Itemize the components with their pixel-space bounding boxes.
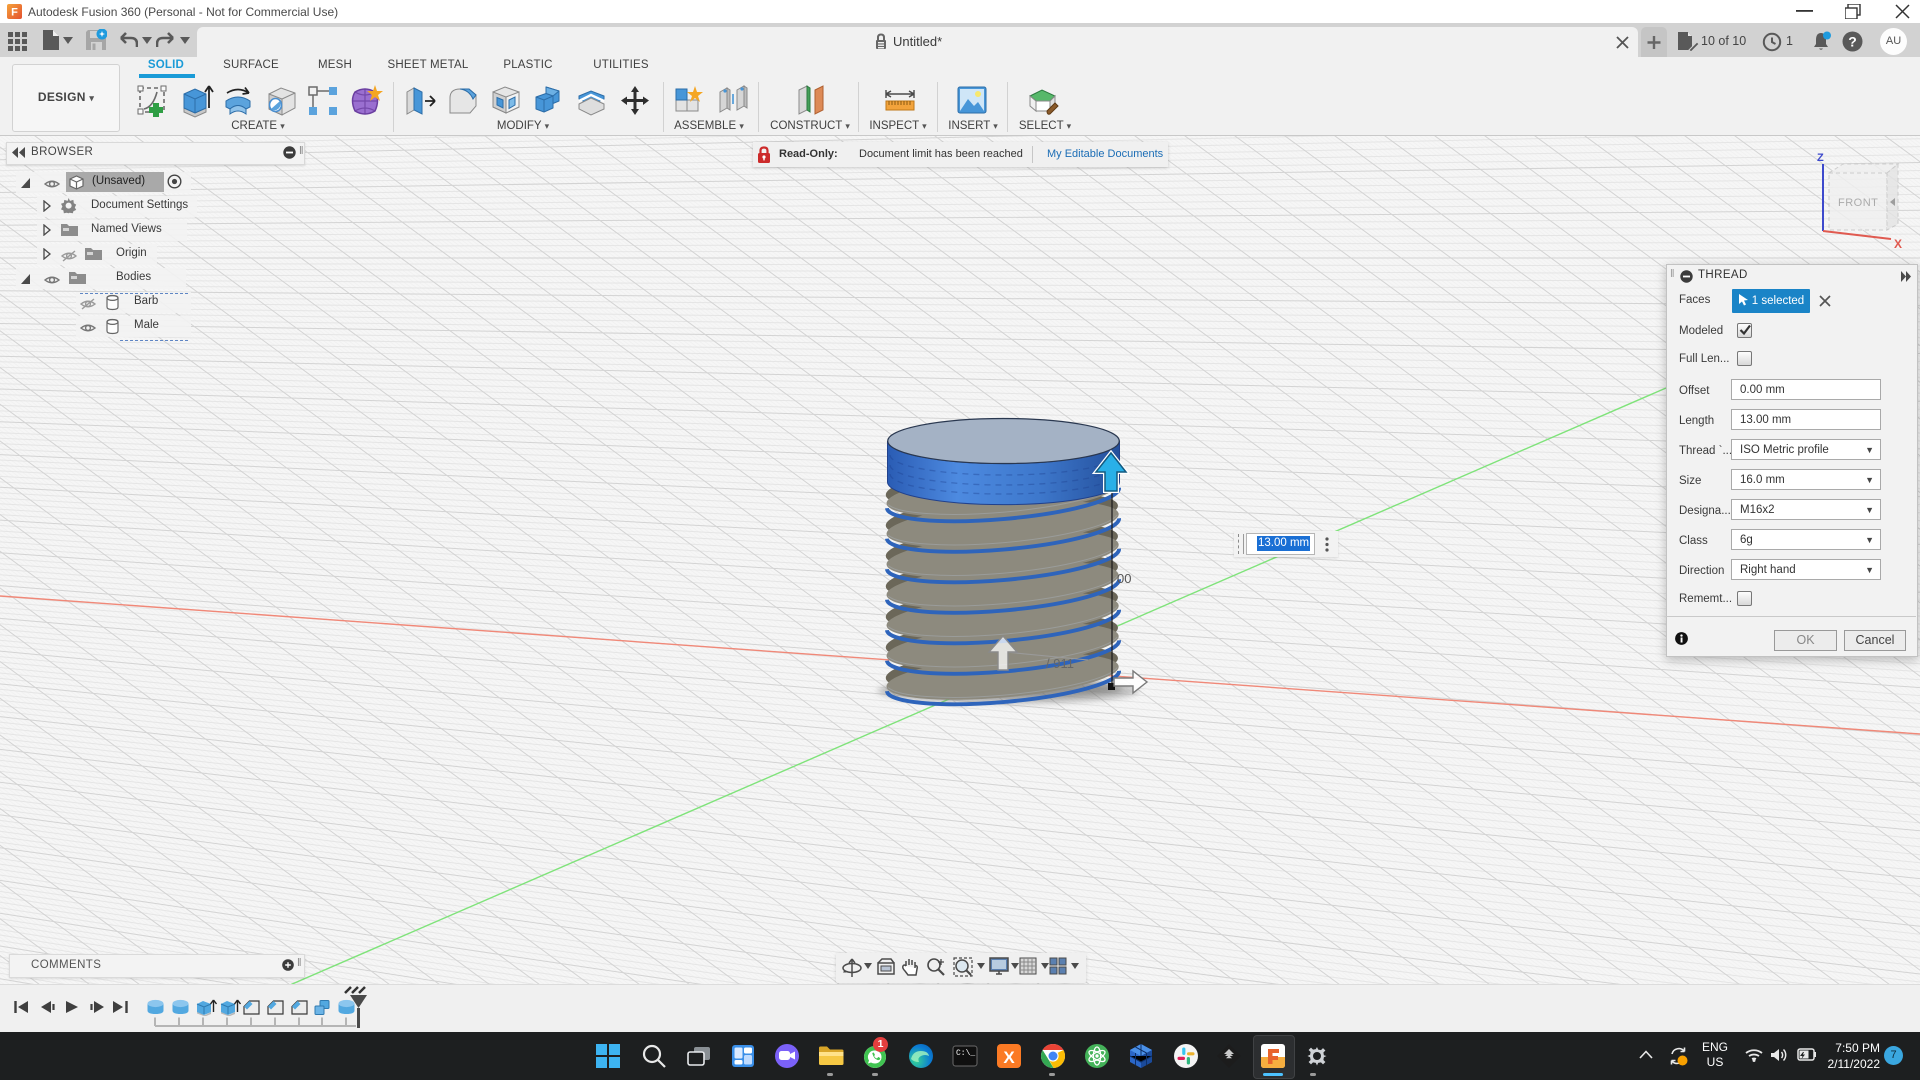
svg-text:C:\_: C:\_ [956, 1049, 975, 1058]
svg-text:X: X [1003, 1048, 1015, 1067]
